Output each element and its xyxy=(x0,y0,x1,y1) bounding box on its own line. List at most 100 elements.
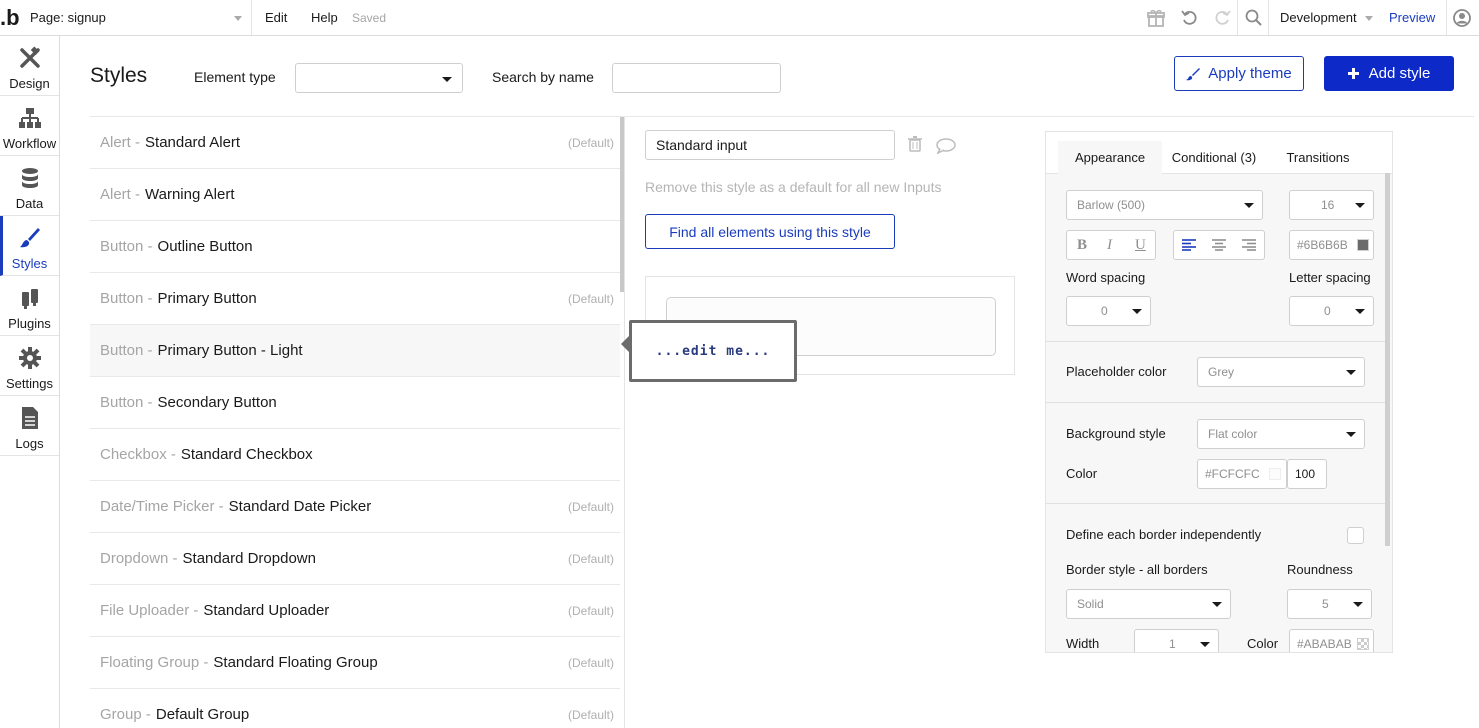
sidebar-item-plugins[interactable]: Plugins xyxy=(0,276,59,336)
letter-spacing-dropdown[interactable]: 0 xyxy=(1289,296,1374,326)
sidebar-item-styles[interactable]: Styles xyxy=(0,216,59,276)
font-family-value: Barlow (500) xyxy=(1077,198,1146,212)
style-list-item[interactable]: Date/Time Picker - Standard Date Picker (… xyxy=(90,481,620,533)
style-list-item[interactable]: Button - Primary Button - Light xyxy=(90,325,620,377)
search-label: Search by name xyxy=(492,69,594,85)
style-name: Standard Alert xyxy=(145,134,241,151)
style-list-item[interactable]: Floating Group - Standard Floating Group… xyxy=(90,637,620,689)
caret-down-icon xyxy=(1212,602,1222,607)
bg-opacity-input[interactable]: 100 xyxy=(1287,459,1327,489)
apply-theme-button[interactable]: Apply theme xyxy=(1174,56,1304,91)
sidebar-item-label: Workflow xyxy=(2,136,57,151)
border-width-dropdown[interactable]: 1 xyxy=(1134,629,1219,652)
comment-icon[interactable] xyxy=(936,138,956,154)
roundness-value: 5 xyxy=(1322,597,1329,611)
sidebar-item-label: Styles xyxy=(11,256,48,271)
roundness-dropdown[interactable]: 5 xyxy=(1287,589,1372,619)
border-style-dropdown[interactable]: Solid xyxy=(1066,589,1231,619)
style-list-item[interactable]: Dropdown - Standard Dropdown (Default) xyxy=(90,533,620,585)
user-icon[interactable] xyxy=(1452,8,1472,28)
edit-me-tooltip: ...edit me... xyxy=(621,320,797,382)
workflow-icon xyxy=(19,108,41,128)
undo-icon[interactable] xyxy=(1180,8,1200,28)
preview-link[interactable]: Preview xyxy=(1389,10,1435,25)
style-list-item[interactable]: Group - Default Group (Default) xyxy=(90,689,620,728)
search-input[interactable] xyxy=(612,63,781,93)
font-size-dropdown[interactable]: 16 xyxy=(1289,190,1374,220)
tab-transitions[interactable]: Transitions xyxy=(1274,141,1362,174)
default-badge: (Default) xyxy=(567,655,614,670)
border-color-value: #ABABAB xyxy=(1297,637,1352,651)
background-style-dropdown[interactable]: Flat color xyxy=(1197,419,1365,449)
color-swatch[interactable] xyxy=(1269,468,1281,480)
sidebar-item-data[interactable]: Data xyxy=(0,156,59,216)
apply-theme-label: Apply theme xyxy=(1208,65,1292,82)
bubble-logo[interactable]: .b xyxy=(0,5,22,31)
brush-icon xyxy=(1186,67,1201,80)
sidebar-item-logs[interactable]: Logs xyxy=(0,396,59,456)
caret-down-icon xyxy=(442,77,452,82)
redo-icon[interactable] xyxy=(1212,8,1232,28)
element-type-dropdown[interactable] xyxy=(295,63,463,93)
text-format-group: B I U xyxy=(1066,230,1156,260)
gift-icon[interactable] xyxy=(1146,8,1166,28)
align-right-icon[interactable] xyxy=(1242,239,1256,251)
style-name: Primary Button xyxy=(157,290,257,307)
environment-selector[interactable]: Development xyxy=(1280,10,1373,25)
bg-color-input[interactable]: #FCFCFC xyxy=(1197,459,1287,489)
document-icon xyxy=(22,407,38,429)
menu-help[interactable]: Help xyxy=(311,10,338,25)
color-swatch[interactable] xyxy=(1357,638,1369,650)
caret-down-icon xyxy=(1200,642,1210,647)
font-section: Barlow (500) 16 B I U #6B6B6B Word spaci… xyxy=(1046,174,1386,342)
caret-down-icon xyxy=(1132,309,1142,314)
tab-appearance[interactable]: Appearance xyxy=(1058,141,1162,174)
background-section: Background style Flat color Color #FCFCF… xyxy=(1046,403,1386,504)
menu-edit[interactable]: Edit xyxy=(265,10,287,25)
italic-button[interactable]: I xyxy=(1107,237,1112,254)
sidebar-item-workflow[interactable]: Workflow xyxy=(0,96,59,156)
roundness-label: Roundness xyxy=(1287,562,1353,577)
align-center-icon[interactable] xyxy=(1212,239,1226,251)
color-swatch[interactable] xyxy=(1357,239,1369,251)
border-width-value: 1 xyxy=(1169,637,1176,651)
style-list-item[interactable]: File Uploader - Standard Uploader (Defaul… xyxy=(90,585,620,637)
border-independent-checkbox[interactable] xyxy=(1347,527,1364,544)
style-list-item[interactable]: Button - Primary Button (Default) xyxy=(90,273,620,325)
word-spacing-dropdown[interactable]: 0 xyxy=(1066,296,1151,326)
panel-scrollbar[interactable] xyxy=(1385,173,1390,546)
plus-icon xyxy=(1347,68,1359,79)
page-selector[interactable]: Page: signup xyxy=(22,0,252,35)
find-elements-button[interactable]: Find all elements using this style xyxy=(645,214,895,249)
sidebar-item-settings[interactable]: Settings xyxy=(0,336,59,396)
toolbar-divider xyxy=(1237,0,1238,35)
search-icon[interactable] xyxy=(1244,8,1264,28)
sidebar-item-design[interactable]: Design xyxy=(0,36,59,96)
font-color-input[interactable]: #6B6B6B xyxy=(1289,230,1374,260)
style-list-item[interactable]: Button - Outline Button xyxy=(90,221,620,273)
remove-default-link[interactable]: Remove this style as a default for all n… xyxy=(645,179,941,195)
style-name-value: Standard input xyxy=(656,137,748,153)
word-spacing-label: Word spacing xyxy=(1066,270,1146,285)
style-list-item[interactable]: Alert - Standard Alert (Default) xyxy=(90,117,620,169)
tab-conditional[interactable]: Conditional (3) xyxy=(1164,141,1264,174)
bold-button[interactable]: B xyxy=(1077,237,1087,254)
trash-icon[interactable] xyxy=(908,136,922,152)
style-name-input[interactable]: Standard input xyxy=(645,130,895,160)
style-name: Default Group xyxy=(155,706,250,723)
border-color-input[interactable]: #ABABAB xyxy=(1289,629,1374,652)
font-family-dropdown[interactable]: Barlow (500) xyxy=(1066,190,1263,220)
underline-button[interactable]: U xyxy=(1135,237,1146,254)
add-style-button[interactable]: Add style xyxy=(1324,56,1454,91)
style-name: Standard Date Picker xyxy=(228,498,372,515)
style-list-item[interactable]: Button - Secondary Button xyxy=(90,377,620,429)
style-list-item[interactable]: Alert - Warning Alert xyxy=(90,169,620,221)
align-left-icon[interactable] xyxy=(1182,239,1196,251)
style-list-item[interactable]: Checkbox - Standard Checkbox xyxy=(90,429,620,481)
top-bar: .b Page: signup Edit Help Saved Developm… xyxy=(0,0,1479,36)
style-category: Button - xyxy=(100,394,153,411)
style-category: Group - xyxy=(100,706,151,723)
caret-down-icon xyxy=(1346,370,1356,375)
placeholder-color-dropdown[interactable]: Grey xyxy=(1197,357,1365,387)
border-width-label: Width xyxy=(1066,636,1100,651)
